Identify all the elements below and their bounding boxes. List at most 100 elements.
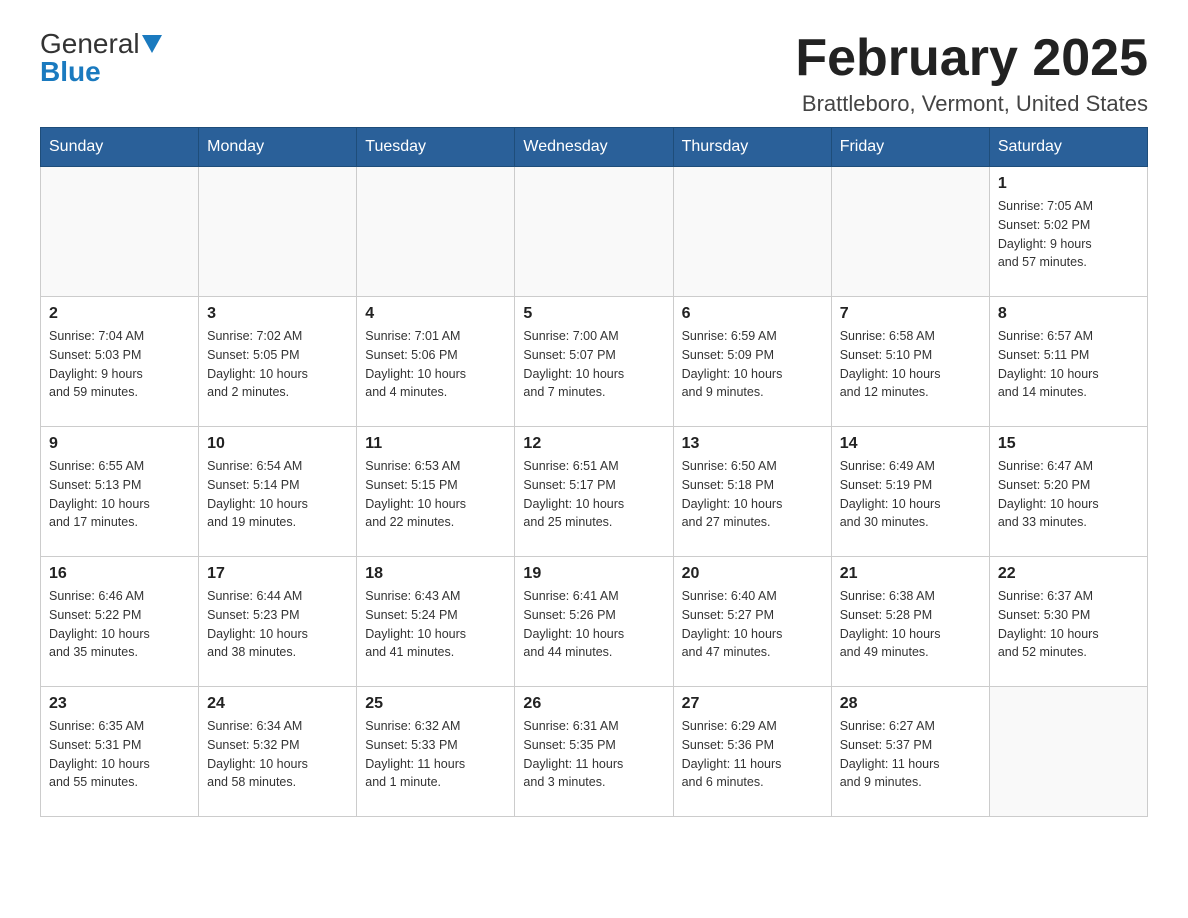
calendar-cell: 27 Sunrise: 6:29 AM Sunset: 5:36 PM Dayli… xyxy=(673,687,831,817)
day-info: Sunrise: 6:38 AM Sunset: 5:28 PM Dayligh… xyxy=(840,587,981,662)
calendar-cell: 3 Sunrise: 7:02 AM Sunset: 5:05 PM Daylig… xyxy=(199,297,357,427)
day-info: Sunrise: 6:54 AM Sunset: 5:14 PM Dayligh… xyxy=(207,457,348,532)
day-info: Sunrise: 6:31 AM Sunset: 5:35 PM Dayligh… xyxy=(523,717,664,792)
calendar-week-5: 23 Sunrise: 6:35 AM Sunset: 5:31 PM Dayli… xyxy=(41,687,1148,817)
calendar-cell: 26 Sunrise: 6:31 AM Sunset: 5:35 PM Dayli… xyxy=(515,687,673,817)
calendar-cell: 20Sunrise: 6:40 AM Sunset: 5:27 PM Dayli… xyxy=(673,557,831,687)
day-number: 15 xyxy=(998,435,1139,453)
day-info: Sunrise: 6:32 AM Sunset: 5:33 PM Dayligh… xyxy=(365,717,506,792)
calendar-cell xyxy=(357,167,515,297)
day-number: 2 xyxy=(49,305,190,323)
calendar-cell xyxy=(989,687,1147,817)
calendar-cell xyxy=(673,167,831,297)
logo-blue: Blue xyxy=(40,58,101,86)
calendar-cell: 4 Sunrise: 7:01 AM Sunset: 5:06 PM Daylig… xyxy=(357,297,515,427)
calendar-cell xyxy=(831,167,989,297)
day-info: Sunrise: 6:47 AM Sunset: 5:20 PM Dayligh… xyxy=(998,457,1139,532)
calendar-cell: 24 Sunrise: 6:34 AM Sunset: 5:32 PM Dayli… xyxy=(199,687,357,817)
day-number: 4 xyxy=(365,305,506,323)
day-number: 10 xyxy=(207,435,348,453)
weekday-header-monday: Monday xyxy=(199,128,357,167)
location-title: Brattleboro, Vermont, United States xyxy=(795,91,1148,117)
day-info: Sunrise: 6:46 AM Sunset: 5:22 PM Dayligh… xyxy=(49,587,190,662)
day-info: Sunrise: 6:57 AM Sunset: 5:11 PM Dayligh… xyxy=(998,327,1139,402)
calendar-cell: 25 Sunrise: 6:32 AM Sunset: 5:33 PM Dayli… xyxy=(357,687,515,817)
day-number: 22 xyxy=(998,565,1139,583)
calendar-cell: 2Sunrise: 7:04 AM Sunset: 5:03 PM Daylig… xyxy=(41,297,199,427)
day-number: 14 xyxy=(840,435,981,453)
weekday-header-thursday: Thursday xyxy=(673,128,831,167)
day-number: 3 xyxy=(207,305,348,323)
day-info: Sunrise: 6:43 AM Sunset: 5:24 PM Dayligh… xyxy=(365,587,506,662)
day-info: Sunrise: 6:53 AM Sunset: 5:15 PM Dayligh… xyxy=(365,457,506,532)
calendar-cell xyxy=(41,167,199,297)
day-number: 13 xyxy=(682,435,823,453)
day-info: Sunrise: 6:35 AM Sunset: 5:31 PM Dayligh… xyxy=(49,717,190,792)
title-section: February 2025 Brattleboro, Vermont, Unit… xyxy=(795,30,1148,117)
day-info: Sunrise: 6:59 AM Sunset: 5:09 PM Dayligh… xyxy=(682,327,823,402)
day-info: Sunrise: 6:51 AM Sunset: 5:17 PM Dayligh… xyxy=(523,457,664,532)
calendar-cell: 28 Sunrise: 6:27 AM Sunset: 5:37 PM Dayli… xyxy=(831,687,989,817)
calendar-cell: 23 Sunrise: 6:35 AM Sunset: 5:31 PM Dayli… xyxy=(41,687,199,817)
day-number: 17 xyxy=(207,565,348,583)
day-info: Sunrise: 6:55 AM Sunset: 5:13 PM Dayligh… xyxy=(49,457,190,532)
day-info: Sunrise: 6:29 AM Sunset: 5:36 PM Dayligh… xyxy=(682,717,823,792)
day-number: 9 xyxy=(49,435,190,453)
day-info: Sunrise: 7:00 AM Sunset: 5:07 PM Dayligh… xyxy=(523,327,664,402)
weekday-header-tuesday: Tuesday xyxy=(357,128,515,167)
calendar-cell: 10 Sunrise: 6:54 AM Sunset: 5:14 PM Dayli… xyxy=(199,427,357,557)
day-info: Sunrise: 7:02 AM Sunset: 5:05 PM Dayligh… xyxy=(207,327,348,402)
calendar-table: SundayMondayTuesdayWednesdayThursdayFrid… xyxy=(40,127,1148,817)
weekday-header-sunday: Sunday xyxy=(41,128,199,167)
day-info: Sunrise: 6:49 AM Sunset: 5:19 PM Dayligh… xyxy=(840,457,981,532)
calendar-cell: 11 Sunrise: 6:53 AM Sunset: 5:15 PM Dayli… xyxy=(357,427,515,557)
day-number: 26 xyxy=(523,695,664,713)
page-header: General Blue February 2025 Brattleboro, … xyxy=(40,30,1148,117)
calendar-week-4: 16 Sunrise: 6:46 AM Sunset: 5:22 PM Dayli… xyxy=(41,557,1148,687)
calendar-cell: 15 Sunrise: 6:47 AM Sunset: 5:20 PM Dayli… xyxy=(989,427,1147,557)
weekday-header-friday: Friday xyxy=(831,128,989,167)
calendar-cell: 9 Sunrise: 6:55 AM Sunset: 5:13 PM Daylig… xyxy=(41,427,199,557)
calendar-cell xyxy=(199,167,357,297)
calendar-cell: 6Sunrise: 6:59 AM Sunset: 5:09 PM Daylig… xyxy=(673,297,831,427)
calendar-cell xyxy=(515,167,673,297)
day-info: Sunrise: 6:34 AM Sunset: 5:32 PM Dayligh… xyxy=(207,717,348,792)
day-info: Sunrise: 6:41 AM Sunset: 5:26 PM Dayligh… xyxy=(523,587,664,662)
day-number: 23 xyxy=(49,695,190,713)
day-number: 12 xyxy=(523,435,664,453)
calendar-cell: 7 Sunrise: 6:58 AM Sunset: 5:10 PM Daylig… xyxy=(831,297,989,427)
calendar-week-3: 9 Sunrise: 6:55 AM Sunset: 5:13 PM Daylig… xyxy=(41,427,1148,557)
day-number: 28 xyxy=(840,695,981,713)
day-info: Sunrise: 6:37 AM Sunset: 5:30 PM Dayligh… xyxy=(998,587,1139,662)
day-number: 27 xyxy=(682,695,823,713)
day-number: 7 xyxy=(840,305,981,323)
calendar-cell: 12 Sunrise: 6:51 AM Sunset: 5:17 PM Dayli… xyxy=(515,427,673,557)
calendar-cell: 17 Sunrise: 6:44 AM Sunset: 5:23 PM Dayli… xyxy=(199,557,357,687)
day-info: Sunrise: 6:44 AM Sunset: 5:23 PM Dayligh… xyxy=(207,587,348,662)
logo-general: General xyxy=(40,30,140,58)
day-number: 8 xyxy=(998,305,1139,323)
day-number: 25 xyxy=(365,695,506,713)
calendar-cell: 19 Sunrise: 6:41 AM Sunset: 5:26 PM Dayli… xyxy=(515,557,673,687)
day-number: 19 xyxy=(523,565,664,583)
calendar-cell: 14 Sunrise: 6:49 AM Sunset: 5:19 PM Dayli… xyxy=(831,427,989,557)
day-number: 11 xyxy=(365,435,506,453)
day-info: Sunrise: 7:01 AM Sunset: 5:06 PM Dayligh… xyxy=(365,327,506,402)
weekday-header-saturday: Saturday xyxy=(989,128,1147,167)
day-number: 21 xyxy=(840,565,981,583)
calendar-cell: 8 Sunrise: 6:57 AM Sunset: 5:11 PM Daylig… xyxy=(989,297,1147,427)
day-info: Sunrise: 6:58 AM Sunset: 5:10 PM Dayligh… xyxy=(840,327,981,402)
day-number: 24 xyxy=(207,695,348,713)
calendar-cell: 22 Sunrise: 6:37 AM Sunset: 5:30 PM Dayli… xyxy=(989,557,1147,687)
day-info: Sunrise: 7:05 AM Sunset: 5:02 PM Dayligh… xyxy=(998,197,1139,272)
calendar-cell: 18 Sunrise: 6:43 AM Sunset: 5:24 PM Dayli… xyxy=(357,557,515,687)
calendar-cell: 5Sunrise: 7:00 AM Sunset: 5:07 PM Daylig… xyxy=(515,297,673,427)
day-number: 16 xyxy=(49,565,190,583)
day-info: Sunrise: 6:27 AM Sunset: 5:37 PM Dayligh… xyxy=(840,717,981,792)
calendar-cell: 1Sunrise: 7:05 AM Sunset: 5:02 PM Daylig… xyxy=(989,167,1147,297)
month-title: February 2025 xyxy=(795,30,1148,87)
day-number: 18 xyxy=(365,565,506,583)
logo: General Blue xyxy=(40,30,162,86)
calendar-cell: 16 Sunrise: 6:46 AM Sunset: 5:22 PM Dayli… xyxy=(41,557,199,687)
day-info: Sunrise: 6:40 AM Sunset: 5:27 PM Dayligh… xyxy=(682,587,823,662)
